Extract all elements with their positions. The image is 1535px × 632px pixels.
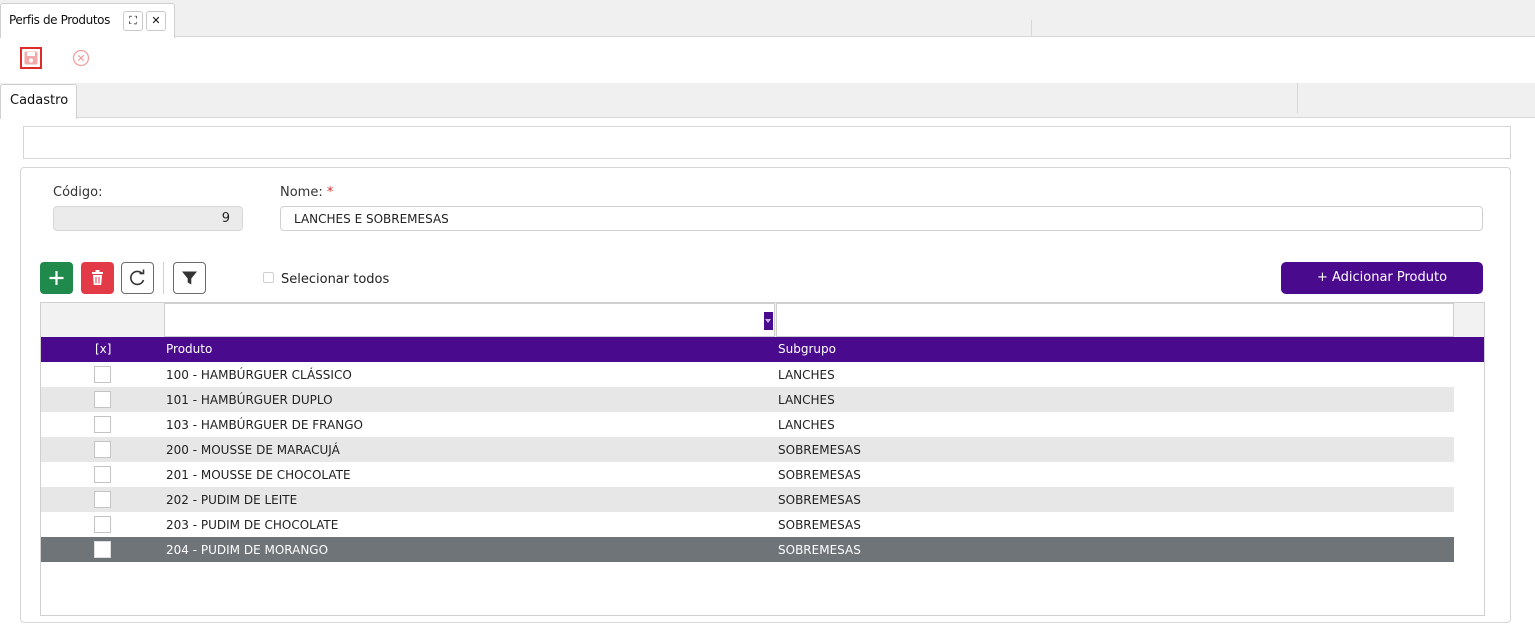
header-check[interactable]: [x] [95,342,111,356]
tab-cadastro[interactable]: Cadastro [0,84,77,119]
save-button[interactable] [20,47,42,69]
sectionbar-divider [1297,83,1298,113]
row-produto: 200 - MOUSSE DE MARACUJÁ [166,443,340,457]
grid-filter-row [41,303,1484,337]
produto-filter-input[interactable] [164,303,775,337]
table-row[interactable]: 103 - HAMBÚRGUER DE FRANGO LANCHES [41,412,1454,437]
header-subgrupo[interactable]: Subgrupo [778,342,836,356]
refresh-button[interactable] [121,262,154,294]
empty-panel [23,126,1511,159]
row-subgrupo: SOBREMESAS [778,443,861,457]
close-icon[interactable]: ✕ [146,11,166,31]
filter-icon [182,271,197,285]
codigo-label: Código: [53,185,103,200]
select-all-checkbox[interactable] [263,272,274,283]
row-subgrupo: SOBREMESAS [778,543,861,557]
row-checkbox[interactable] [94,541,111,558]
row-produto: 202 - PUDIM DE LEITE [166,493,298,507]
table-row-selected[interactable]: 204 - PUDIM DE MORANGO SOBREMESAS [41,537,1454,562]
window-tab-bar: Perfis de Produtos ⛶ ✕ [0,0,1535,38]
tabbar-divider [1031,20,1032,37]
row-produto: 101 - HAMBÚRGUER DUPLO [166,393,333,407]
tab-cadastro-label: Cadastro [10,93,69,108]
plus-icon [49,271,64,285]
nome-label-text: Nome: [280,185,323,200]
row-subgrupo: LANCHES [778,368,835,382]
nome-label: Nome: * [280,185,333,200]
codigo-field: 9 [53,206,243,231]
refresh-icon [130,269,145,286]
tab-perfis-de-produtos[interactable]: Perfis de Produtos ⛶ ✕ [0,3,175,38]
row-subgrupo: SOBREMESAS [778,493,861,507]
trash-icon [92,270,103,285]
table-row[interactable]: 200 - MOUSSE DE MARACUJÁ SOBREMESAS [41,437,1454,462]
row-produto: 103 - HAMBÚRGUER DE FRANGO [166,418,363,432]
row-produto: 201 - MOUSSE DE CHOCOLATE [166,468,351,482]
subgrupo-filter-input[interactable] [776,303,1454,337]
row-checkbox[interactable] [94,391,111,408]
tab-title: Perfis de Produtos [9,13,110,27]
select-all-label: Selecionar todos [281,272,390,287]
row-checkbox[interactable] [94,416,111,433]
required-asterisk: * [326,185,334,200]
table-row[interactable]: 101 - HAMBÚRGUER DUPLO LANCHES [41,387,1454,412]
row-subgrupo: LANCHES [778,418,835,432]
header-produto[interactable]: Produto [166,342,212,356]
row-checkbox[interactable] [94,466,111,483]
nome-field[interactable]: LANCHES E SOBREMESAS [280,206,1483,231]
row-produto: 100 - HAMBÚRGUER CLÁSSICO [166,368,352,382]
table-row[interactable]: 203 - PUDIM DE CHOCOLATE SOBREMESAS [41,512,1454,537]
row-subgrupo: SOBREMESAS [778,468,861,482]
maximize-icon[interactable]: ⛶ [123,11,143,31]
row-produto: 203 - PUDIM DE CHOCOLATE [166,518,339,532]
add-product-button[interactable]: + Adicionar Produto [1281,262,1483,294]
delete-row-button[interactable] [81,262,114,294]
table-row[interactable]: 100 - HAMBÚRGUER CLÁSSICO LANCHES [41,362,1454,387]
grid-header: [x] Produto Subgrupo [41,337,1484,362]
products-grid: [x] Produto Subgrupo 100 - HAMBÚRGUER CL… [40,302,1485,616]
chevron-down-icon[interactable] [764,312,773,330]
row-checkbox[interactable] [94,441,111,458]
row-checkbox[interactable] [94,491,111,508]
toolbar-divider [163,262,164,294]
add-row-button[interactable] [40,262,73,294]
cancel-button[interactable] [72,49,90,67]
table-row[interactable]: 202 - PUDIM DE LEITE SOBREMESAS [41,487,1454,512]
cancel-circle-icon [72,49,90,67]
row-subgrupo: SOBREMESAS [778,518,861,532]
row-subgrupo: LANCHES [778,393,835,407]
row-checkbox[interactable] [94,516,111,533]
filter-button[interactable] [173,262,206,294]
floppy-disk-icon [24,51,38,65]
row-checkbox[interactable] [94,366,111,383]
section-tab-bar: Cadastro [0,83,1535,119]
row-produto: 204 - PUDIM DE MORANGO [166,543,329,557]
table-row[interactable]: 201 - MOUSSE DE CHOCOLATE SOBREMESAS [41,462,1454,487]
